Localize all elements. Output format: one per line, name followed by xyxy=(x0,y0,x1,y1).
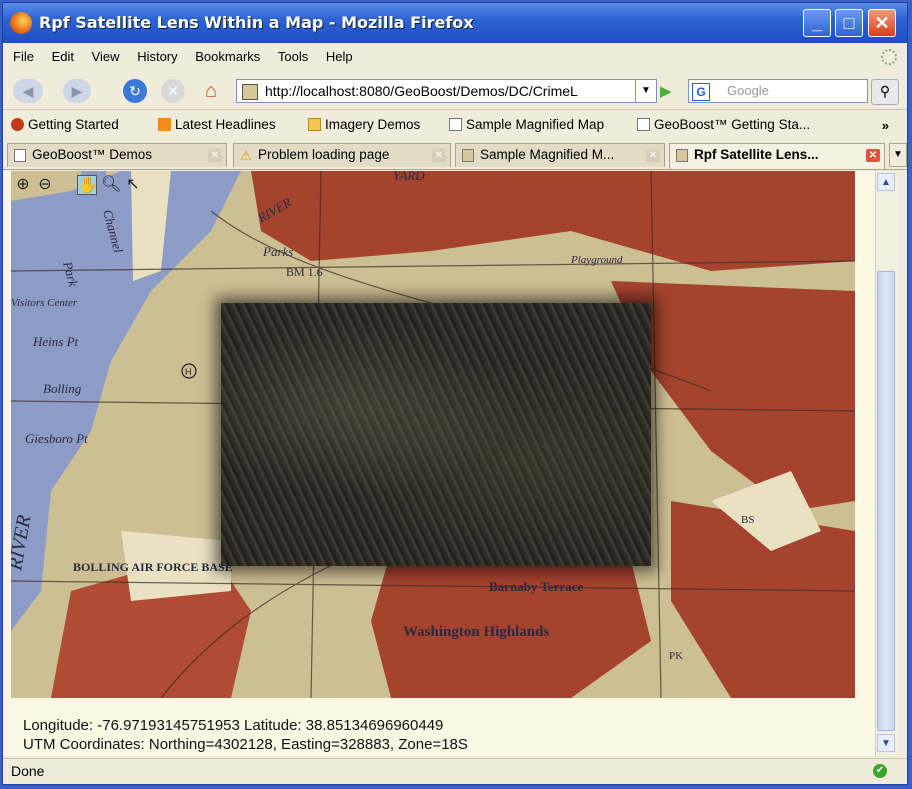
map-favicon-icon xyxy=(676,149,688,162)
url-dropdown-icon[interactable]: ▼ xyxy=(635,79,657,103)
menu-bar: File Edit View History Bookmarks Tools H… xyxy=(3,46,907,68)
select-pointer-icon[interactable]: ↖ xyxy=(123,175,143,195)
navigation-toolbar: ◀ ▶ ↻ ✕ ⌂ http://localhost:8080/GeoBoost… xyxy=(3,73,907,110)
search-icon[interactable]: ⚲ xyxy=(871,79,899,105)
map-label: Washington Highlands xyxy=(403,624,549,640)
vertical-scrollbar[interactable]: ▲ ▼ xyxy=(875,171,897,756)
tab-rpf-satellite-lens[interactable]: Rpf Satellite Lens... ✕ xyxy=(669,143,885,169)
window-title: Rpf Satellite Lens Within a Map - Mozill… xyxy=(39,13,474,32)
tab-geoboost-demos[interactable]: GeoBoost™ Demos ✕ xyxy=(7,143,227,167)
reload-icon[interactable]: ↻ xyxy=(123,79,147,103)
url-field[interactable]: http://localhost:8080/GeoBoost/Demos/DC/… xyxy=(236,79,636,103)
tab-list-dropdown-icon[interactable]: ▼ xyxy=(889,143,907,167)
topographic-map[interactable]: YARD Channel Park Parks RIVER Visitors C… xyxy=(11,171,855,698)
map-favicon-icon xyxy=(462,149,474,162)
page-favicon-icon xyxy=(242,84,258,100)
back-arrow-icon[interactable]: ◀ xyxy=(13,79,43,103)
minimize-button[interactable]: _ xyxy=(803,9,831,37)
map-label: PK xyxy=(669,650,683,662)
rss-icon xyxy=(158,118,171,131)
svg-text:H: H xyxy=(185,367,192,377)
pan-hand-icon[interactable]: ✋ xyxy=(77,175,98,195)
utm-text: UTM Coordinates: Northing=4302128, Easti… xyxy=(23,736,468,753)
tab-close-icon[interactable]: ✕ xyxy=(432,149,446,162)
url-text: http://localhost:8080/GeoBoost/Demos/DC/… xyxy=(265,83,578,99)
tab-close-icon[interactable]: ✕ xyxy=(866,149,880,162)
browser-window: Rpf Satellite Lens Within a Map - Mozill… xyxy=(2,2,908,785)
warning-icon: ⚠ xyxy=(240,148,252,163)
tab-sample-magnified-map[interactable]: Sample Magnified M... ✕ xyxy=(455,143,665,167)
bookmark-sample-magnified-map[interactable]: Sample Magnified Map xyxy=(449,117,604,132)
maximize-button[interactable]: □ xyxy=(835,9,863,37)
menu-bookmarks[interactable]: Bookmarks xyxy=(195,46,260,68)
firefox-small-icon xyxy=(11,118,24,131)
menu-view[interactable]: View xyxy=(92,46,120,68)
map-label: Parks xyxy=(262,244,293,259)
tab-problem-loading[interactable]: ⚠ Problem loading page ✕ xyxy=(233,143,451,167)
bookmark-latest-headlines[interactable]: Latest Headlines xyxy=(158,117,276,132)
map-label: Giesboro Pt xyxy=(25,431,88,446)
map-label: BOLLING AIR FORCE BASE xyxy=(73,560,233,574)
zoom-in-icon[interactable]: ⊕ xyxy=(13,175,33,195)
title-bar[interactable]: Rpf Satellite Lens Within a Map - Mozill… xyxy=(3,3,907,43)
map-label: Visitors Center xyxy=(11,297,78,309)
bookmark-geoboost-getting-started[interactable]: GeoBoost™ Getting Sta... xyxy=(637,117,810,132)
menu-file[interactable]: File xyxy=(13,46,34,68)
lon-lat-text: Longitude: -76.97193145751953 Latitude: … xyxy=(23,717,444,734)
forward-arrow-icon[interactable]: ▶ xyxy=(63,79,91,103)
satellite-lens[interactable] xyxy=(221,303,651,566)
tab-close-icon[interactable]: ✕ xyxy=(646,149,660,162)
throbber-icon xyxy=(881,49,897,65)
folder-icon xyxy=(308,118,321,131)
menu-edit[interactable]: Edit xyxy=(52,46,74,68)
security-ok-icon: ✔ xyxy=(873,764,887,778)
go-arrow-icon[interactable]: ▶ xyxy=(660,82,672,100)
status-bar: Done ✔ xyxy=(3,758,907,784)
map-label: BM 1.6 xyxy=(286,265,323,279)
status-text: Done xyxy=(11,763,45,779)
map-label: Playground xyxy=(570,254,623,266)
magnifier-icon[interactable]: 🔍︎ xyxy=(101,175,121,195)
page-icon xyxy=(449,118,462,131)
tab-close-icon[interactable]: ✕ xyxy=(208,149,222,162)
scroll-down-icon[interactable]: ▼ xyxy=(877,734,895,752)
page-content: YARD Channel Park Parks RIVER Visitors C… xyxy=(3,171,875,756)
bookmarks-toolbar: Getting Started Latest Headlines Imagery… xyxy=(3,113,907,139)
menu-history[interactable]: History xyxy=(137,46,177,68)
map-label: YARD xyxy=(393,171,425,183)
search-engine-icon[interactable]: G xyxy=(692,83,710,101)
scroll-thumb[interactable] xyxy=(877,271,895,731)
search-input[interactable]: G Google xyxy=(688,79,868,103)
menu-help[interactable]: Help xyxy=(326,46,353,68)
map-label: Bolling xyxy=(43,381,82,396)
menu-tools[interactable]: Tools xyxy=(278,46,308,68)
search-placeholder: Google xyxy=(727,83,769,98)
page-icon xyxy=(14,149,26,162)
stop-icon[interactable]: ✕ xyxy=(161,79,185,103)
scroll-up-icon[interactable]: ▲ xyxy=(877,173,895,191)
map-label: BS xyxy=(741,514,754,526)
bookmark-imagery-demos[interactable]: Imagery Demos xyxy=(308,117,420,132)
coordinate-readout: Longitude: -76.97193145751953 Latitude: … xyxy=(23,716,468,754)
map-label: Heins Pt xyxy=(32,334,79,349)
bookmarks-overflow-icon[interactable]: » xyxy=(882,118,889,133)
firefox-icon xyxy=(10,12,32,34)
page-icon xyxy=(637,118,650,131)
zoom-out-icon[interactable]: ⊖ xyxy=(35,175,55,195)
home-icon[interactable]: ⌂ xyxy=(199,79,223,103)
tab-strip: GeoBoost™ Demos ✕ ⚠ Problem loading page… xyxy=(3,141,907,170)
close-button[interactable]: ✕ xyxy=(868,9,896,37)
map-label: Barnaby Terrace xyxy=(489,579,583,594)
bookmark-getting-started[interactable]: Getting Started xyxy=(11,117,119,132)
